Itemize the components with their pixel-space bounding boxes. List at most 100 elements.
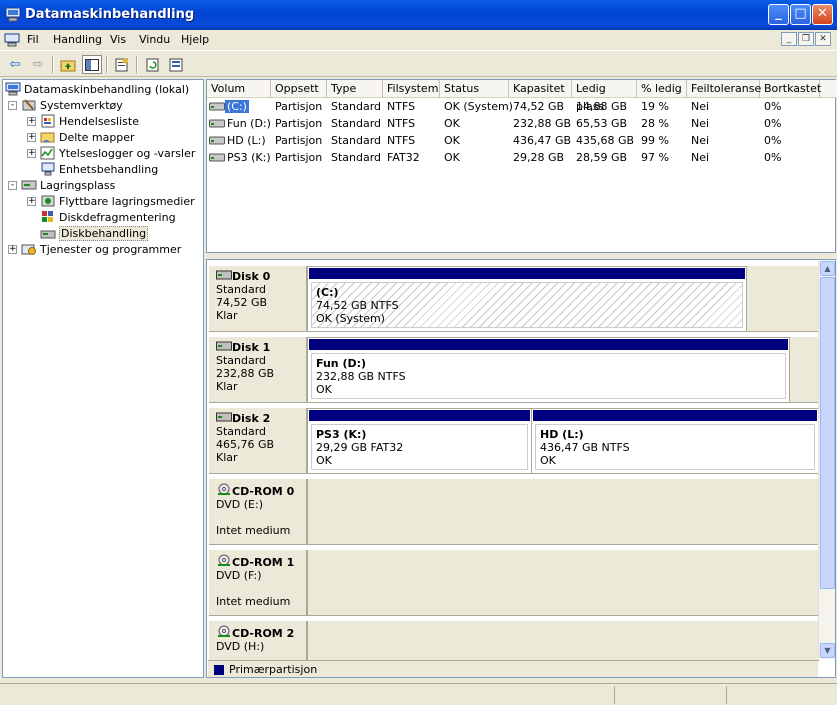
col-header-bortkastet[interactable]: Bortkastet — [760, 80, 821, 98]
disk-drive-icon — [216, 270, 232, 280]
tree-item-diskdefragmentering[interactable]: Diskdefragmentering — [40, 209, 176, 225]
menu-handling[interactable]: Handling — [53, 33, 102, 46]
export-list-icon[interactable] — [166, 55, 186, 74]
expand-toggle[interactable]: + — [27, 196, 36, 206]
volume-cell: 435,68 GB — [576, 134, 635, 147]
mdi-restore-button[interactable]: ❐ — [798, 32, 814, 46]
close-button[interactable]: ✕ — [812, 4, 833, 25]
tree-item-ytelseslogger[interactable]: + Ytelseslogger og -varsler — [27, 145, 195, 161]
volume-cell: 28 % — [641, 117, 669, 130]
storage-icon — [21, 180, 37, 190]
col-header-status[interactable]: Status — [440, 80, 509, 98]
partition-l[interactable]: HD (L:) 436,47 GB NTFS OK — [531, 408, 819, 474]
disk-label-disk0[interactable]: Disk 0 Standard 74,52 GB Klar — [209, 266, 307, 332]
volume-cell: 19 % — [641, 100, 669, 113]
partition-name: (C:) — [316, 286, 339, 299]
expand-toggle[interactable]: + — [27, 116, 36, 126]
legend-label: Primærpartisjon — [229, 663, 318, 676]
volume-cell: Partisjon — [275, 100, 323, 113]
disk-name: CD-ROM 2 — [232, 627, 295, 640]
menu-fil[interactable]: Fil — [27, 33, 39, 46]
menu-vindu[interactable]: Vindu — [139, 33, 170, 46]
volume-cell: 28,59 GB — [576, 151, 628, 164]
disk-type: Standard — [216, 283, 267, 296]
tree-item-tjenester[interactable]: + Tjenester og programmer — [8, 241, 181, 257]
col-header-ledig-plass[interactable]: Ledig plass — [572, 80, 637, 113]
col-header-prosent-ledig[interactable]: % ledig — [637, 80, 687, 98]
window-title: Datamaskinbehandling — [25, 7, 195, 22]
up-folder-icon[interactable] — [58, 55, 78, 74]
cdrom-drive-icon — [218, 483, 230, 495]
minimize-button[interactable]: _ — [768, 4, 789, 25]
partition-k[interactable]: PS3 (K:) 29,29 GB FAT32 OK — [307, 408, 532, 474]
col-header-type[interactable]: Type — [327, 80, 383, 98]
mdi-close-button[interactable]: ✕ — [815, 32, 831, 46]
disk-graph-view[interactable]: Disk 0 Standard 74,52 GB Klar (C:) 74,52… — [206, 259, 836, 678]
partition-d[interactable]: Fun (D:) 232,88 GB NTFS OK — [307, 337, 790, 403]
tree-item-systemverktoy[interactable]: - Systemverktøy — [8, 97, 123, 113]
cdrom2-media-area[interactable] — [307, 621, 819, 661]
cdrom0-media-area[interactable] — [307, 479, 819, 545]
scroll-down-button[interactable]: ▼ — [820, 643, 835, 658]
tree-item-enhetsbehandling[interactable]: Enhetsbehandling — [40, 161, 158, 177]
partition-c-content: (C:) 74,52 GB NTFS OK (System) — [311, 282, 743, 328]
partition-size: 29,29 GB FAT32 — [316, 441, 404, 454]
mdi-minimize-button[interactable]: _ — [781, 32, 797, 46]
disk-label-disk1[interactable]: Disk 1 Standard 232,88 GB Klar — [209, 337, 307, 403]
expand-toggle[interactable]: + — [8, 244, 17, 254]
system-menu-icon[interactable] — [4, 33, 20, 47]
menu-vis[interactable]: Vis — [110, 33, 126, 46]
col-header-filsystem[interactable]: Filsystem — [383, 80, 440, 98]
tree-item-diskbehandling[interactable]: Diskbehandling — [40, 225, 149, 241]
volume-cell: Partisjon — [275, 117, 323, 130]
expand-toggle[interactable]: + — [27, 148, 36, 158]
legend-swatch — [214, 665, 224, 675]
disk-state: Klar — [216, 309, 238, 322]
col-header-volum[interactable]: Volum — [207, 80, 271, 98]
disk-type: Standard — [216, 354, 267, 367]
volume-list[interactable]: Volum Oppsett Type Filsystem Status Kapa… — [206, 79, 837, 253]
tree-item-flyttbare[interactable]: + Flyttbare lagringsmedier — [27, 193, 195, 209]
volume-cell: Standard — [331, 151, 382, 164]
tree-label: Flyttbare lagringsmedier — [59, 194, 195, 208]
scroll-up-button[interactable]: ▲ — [820, 261, 835, 276]
collapse-toggle[interactable]: - — [8, 100, 17, 110]
maximize-button[interactable]: □ — [790, 4, 811, 25]
console-tree[interactable]: Datamaskinbehandling (lokal) - Systemver… — [2, 79, 204, 678]
volume-drive-icon — [209, 102, 225, 111]
volume-name-cell: HD (L:) — [227, 134, 266, 147]
expand-toggle[interactable]: + — [27, 132, 36, 142]
cdrom1-media-area[interactable] — [307, 550, 819, 616]
partition-size: 74,52 GB NTFS — [316, 299, 399, 312]
tree-label: Hendelsesliste — [59, 114, 139, 128]
disk-drive-icon — [216, 341, 232, 351]
tree-item-delte-mapper[interactable]: + Delte mapper — [27, 129, 135, 145]
col-header-kapasitet[interactable]: Kapasitet — [509, 80, 572, 98]
removable-storage-icon — [41, 195, 55, 207]
volume-cell: Standard — [331, 134, 382, 147]
refresh-icon[interactable] — [143, 55, 163, 74]
forward-arrow-icon[interactable]: ⇨ — [28, 55, 48, 74]
disk-label-disk2[interactable]: Disk 2 Standard 465,76 GB Klar — [209, 408, 307, 474]
tree-item-hendelsesliste[interactable]: + Hendelsesliste — [27, 113, 139, 129]
col-header-oppsett[interactable]: Oppsett — [271, 80, 327, 98]
disk-label-cdrom2[interactable]: CD-ROM 2 DVD (H:) — [209, 621, 307, 661]
partition-status: OK (System) — [316, 312, 385, 325]
disk-label-cdrom0[interactable]: CD-ROM 0 DVD (E:) Intet medium — [209, 479, 307, 545]
vertical-scrollbar[interactable]: ▲ ▼ — [818, 260, 835, 659]
col-header-feiltoleranse[interactable]: Feiltoleranse — [687, 80, 761, 98]
back-arrow-icon[interactable]: ⇦ — [5, 55, 25, 74]
tree-item-root[interactable]: Datamaskinbehandling (lokal) — [5, 81, 189, 97]
menu-hjelp[interactable]: Hjelp — [181, 33, 209, 46]
collapse-toggle[interactable]: - — [8, 180, 17, 190]
disk-label-cdrom1[interactable]: CD-ROM 1 DVD (F:) Intet medium — [209, 550, 307, 616]
properties-icon[interactable] — [112, 55, 132, 74]
partition-c[interactable]: (C:) 74,52 GB NTFS OK (System) — [307, 266, 747, 332]
scroll-thumb[interactable] — [820, 277, 835, 589]
show-hide-tree-icon[interactable] — [82, 55, 102, 74]
partition-legend: Primærpartisjon — [208, 660, 818, 677]
disk-size: 232,88 GB — [216, 367, 275, 380]
tree-item-lagringsplass[interactable]: - Lagringsplass — [8, 177, 115, 193]
volume-drive-icon — [209, 119, 225, 128]
partition-d-content: Fun (D:) 232,88 GB NTFS OK — [311, 353, 786, 399]
